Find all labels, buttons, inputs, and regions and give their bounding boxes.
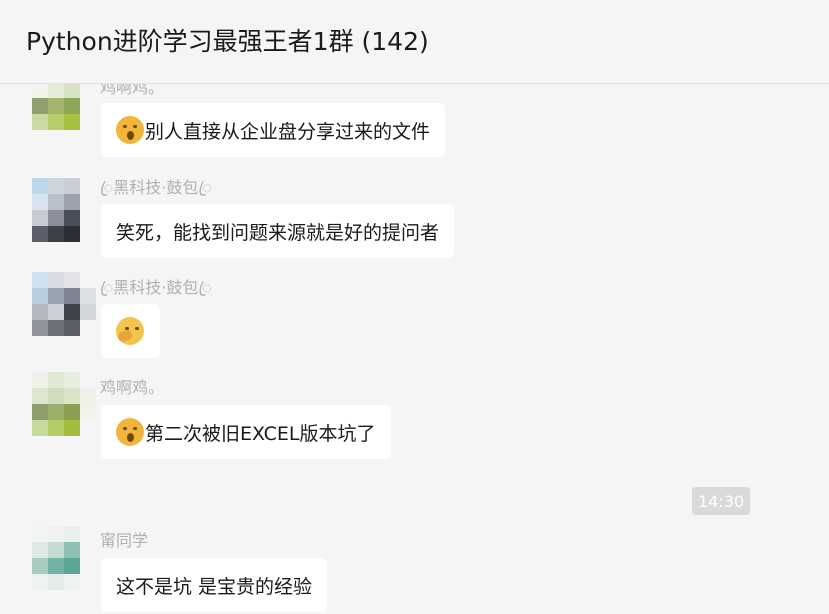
- message-bubble[interactable]: 这不是坑 是宝贵的经验: [101, 558, 328, 612]
- avatar[interactable]: [32, 178, 96, 242]
- avatar[interactable]: [32, 526, 96, 590]
- sender-name[interactable]: ꦿ黑科技·鼓包ꦿ: [100, 274, 212, 308]
- sender-name[interactable]: 甯同学: [100, 527, 148, 551]
- chat-header: Python进阶学习最强王者1群 (142): [0, 0, 829, 84]
- time-divider: 14:30: [692, 487, 750, 515]
- sender-name[interactable]: ꦿ黑科技·鼓包ꦿ: [100, 174, 212, 208]
- message-bubble[interactable]: 第二次被旧EXCEL版本坑了: [101, 405, 391, 459]
- message-bubble[interactable]: [101, 304, 160, 358]
- avatar[interactable]: [32, 372, 96, 436]
- avatar[interactable]: [32, 84, 96, 130]
- thinking-emoji-icon: [116, 317, 144, 345]
- chat-title[interactable]: Python进阶学习最强王者1群 (142): [26, 22, 429, 58]
- message-text: 这不是坑 是宝贵的经验: [116, 575, 313, 598]
- message-text: 第二次被旧EXCEL版本坑了: [145, 422, 376, 445]
- facepalm-emoji-icon: [116, 418, 144, 446]
- avatar[interactable]: [32, 272, 96, 336]
- message-text: 别人直接从企业盘分享过来的文件: [145, 120, 431, 143]
- message-bubble[interactable]: 别人直接从企业盘分享过来的文件: [101, 103, 446, 157]
- message-bubble[interactable]: 笑死，能找到问题来源就是好的提问者: [101, 204, 455, 258]
- sender-name[interactable]: 鸡啊鸡。: [100, 374, 164, 398]
- sender-name[interactable]: 鸡啊鸡。: [100, 84, 164, 98]
- message-list[interactable]: 鸡啊鸡。 别人直接从企业盘分享过来的文件 ꦿ黑科技·鼓包ꦿ 笑死，能找到问题来源…: [0, 84, 829, 614]
- message-text: 笑死，能找到问题来源就是好的提问者: [116, 221, 440, 244]
- facepalm-emoji-icon: [116, 116, 144, 144]
